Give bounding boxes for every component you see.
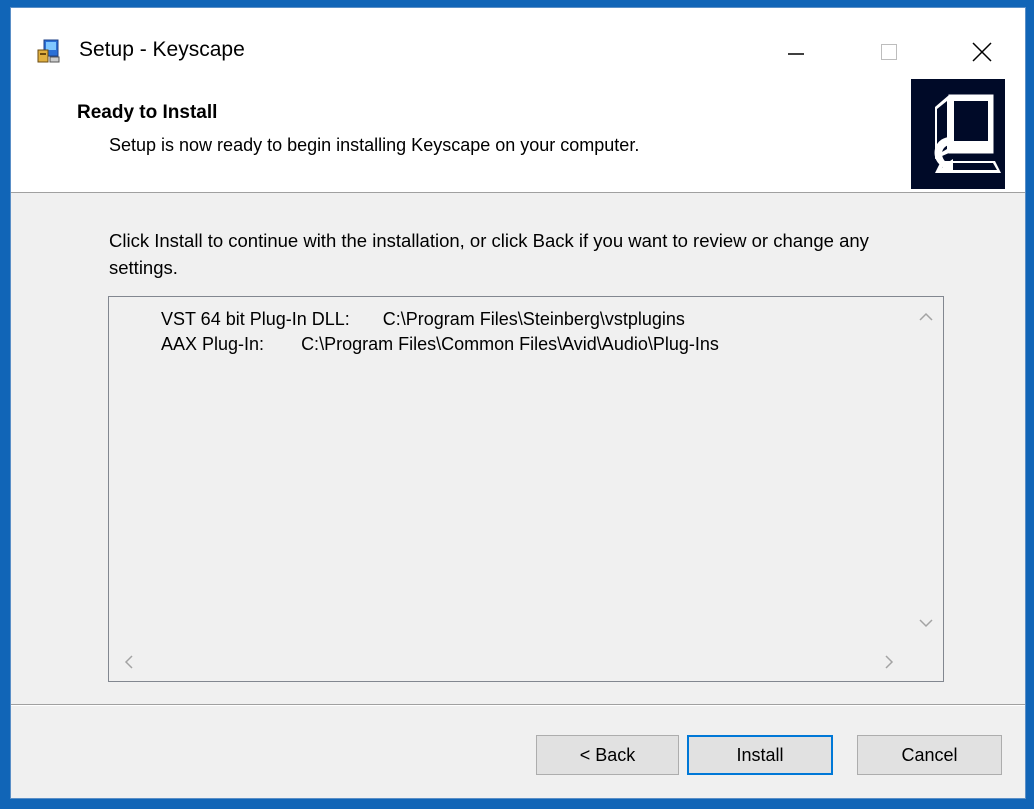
maximize-icon [881,44,897,60]
summary-line-vst: VST 64 bit Plug-In DLL: C:\Program Files\… [161,309,685,330]
scroll-left-icon[interactable] [119,652,139,672]
wizard-header: Ready to Install Setup is now ready to b… [11,79,1025,193]
maximize-button[interactable] [859,26,919,78]
vertical-scrollbar[interactable] [909,297,943,643]
scroll-right-icon[interactable] [879,652,899,672]
page-subtitle: Setup is now ready to begin installing K… [109,135,640,155]
horizontal-scrollbar[interactable] [109,643,909,681]
summary-path: C:\Program Files\Steinberg\vstplugins [382,309,685,329]
close-icon [972,42,992,62]
cancel-button[interactable]: Cancel [857,735,1002,775]
window-title: Setup - Keyscape [79,38,245,61]
summary-line-aax: AAX Plug-In: C:\Program Files\Common File… [161,334,719,355]
footer-divider [11,704,1025,706]
summary-label: AAX Plug-In: [161,334,265,354]
scroll-down-icon[interactable] [916,613,936,633]
summary-path: C:\Program Files\Common Files\Avid\Audio… [301,334,719,354]
page-title: Ready to Install [77,102,218,123]
minimize-icon [788,53,804,55]
summary-label: VST 64 bit Plug-In DLL: [161,309,350,329]
minimize-button[interactable] [766,26,826,78]
install-instruction: Click Install to continue with the insta… [109,230,869,278]
setup-app-icon [37,39,60,63]
computer-install-icon [911,79,1005,189]
back-button[interactable]: < Back [536,735,679,775]
install-summary-box[interactable]: VST 64 bit Plug-In DLL: C:\Program Files\… [108,296,944,682]
scroll-up-icon[interactable] [916,307,936,327]
close-button[interactable] [952,26,1012,78]
install-button[interactable]: Install [687,735,833,775]
scroll-corner [909,643,943,681]
setup-window: Setup - Keyscape Ready to Install Setup … [10,7,1026,799]
title-bar[interactable]: Setup - Keyscape [11,8,1025,92]
